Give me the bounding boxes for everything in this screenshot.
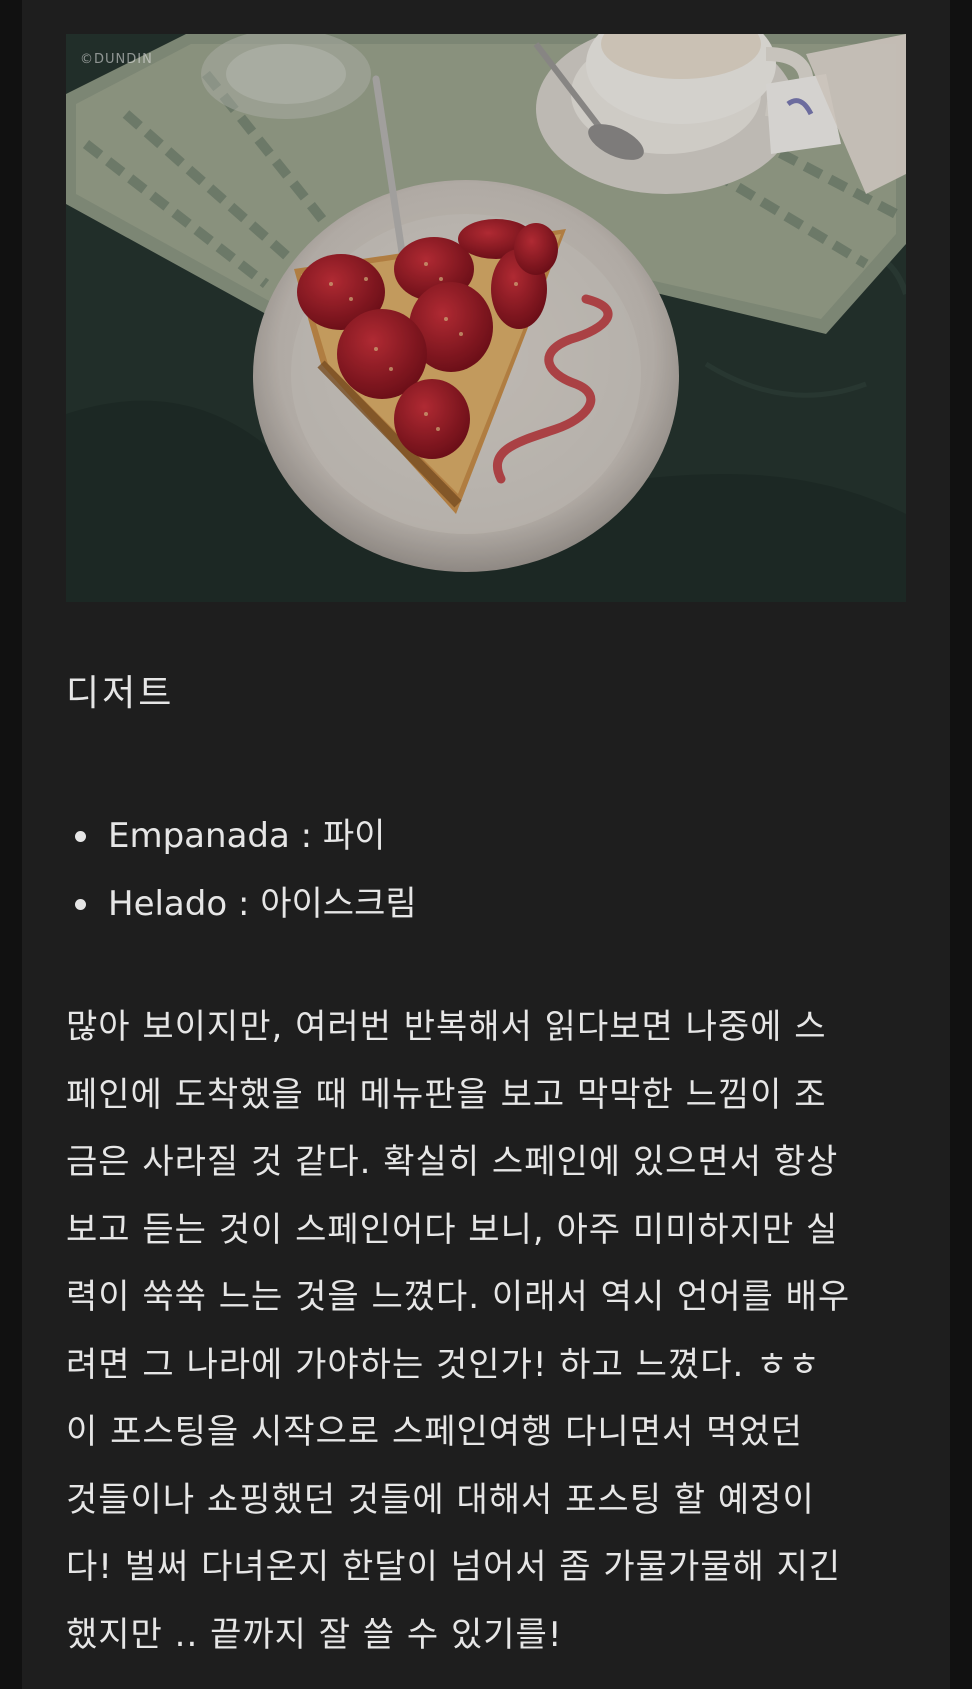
dessert-photo[interactable]: ©DUNDIN (66, 34, 906, 602)
separator: : (289, 816, 323, 856)
paragraph-line: 금은 사라질 것 같다. 확실히 스페인에 있으면서 항상 (66, 1142, 839, 1182)
body-paragraph: 많아 보이지만, 여러번 반복해서 읽다보면 나중에 스 페인에 도착했을 때 … (66, 994, 906, 1669)
korean-word: 파이 (322, 816, 386, 856)
list-item: Helado : 아이스크림 (66, 870, 417, 938)
photo-watermark: ©DUNDIN (80, 52, 153, 67)
bullet-icon (75, 831, 86, 842)
korean-word: 아이스크림 (260, 884, 417, 924)
spanish-word: Helado (108, 884, 228, 924)
paragraph-line: 많아 보이지만, 여러번 반복해서 읽다보면 나중에 스 (66, 1007, 827, 1047)
vocabulary-list: Empanada : 파이 Helado : 아이스크림 (66, 802, 417, 938)
strawberry-tart-illustration (66, 34, 906, 602)
paragraph-line: 이 포스팅을 시작으로 스페인여행 다니면서 먹었던 (66, 1412, 803, 1452)
paragraph-line: 려면 그 나라에 가야하는 것인가! 하고 느꼈다. ㅎㅎ (66, 1344, 821, 1385)
bullet-icon (75, 899, 86, 910)
paragraph-line: 력이 쑥쑥 느는 것을 느꼈다. 이래서 역시 언어를 배우 (66, 1277, 851, 1317)
list-item: Empanada : 파이 (66, 802, 417, 870)
paragraph-line: 했지만 .. 끝까지 잘 쓸 수 있기를! (66, 1614, 563, 1655)
section-heading: 디저트 (66, 673, 175, 714)
spanish-word: Empanada (108, 816, 290, 856)
paragraph-line: 것들이나 쇼핑했던 것들에 대해서 포스팅 할 예정이 (66, 1479, 815, 1520)
paragraph-line: 다! 벌써 다녀온지 한달이 넘어서 좀 가물가물해 지긴 (66, 1547, 842, 1587)
paragraph-line: 페인에 도착했을 때 메뉴판을 보고 막막한 느낌이 조 (66, 1074, 827, 1115)
paragraph-line: 보고 듣는 것이 스페인어다 보니, 아주 미미하지만 실 (66, 1209, 839, 1250)
separator: : (227, 884, 261, 924)
